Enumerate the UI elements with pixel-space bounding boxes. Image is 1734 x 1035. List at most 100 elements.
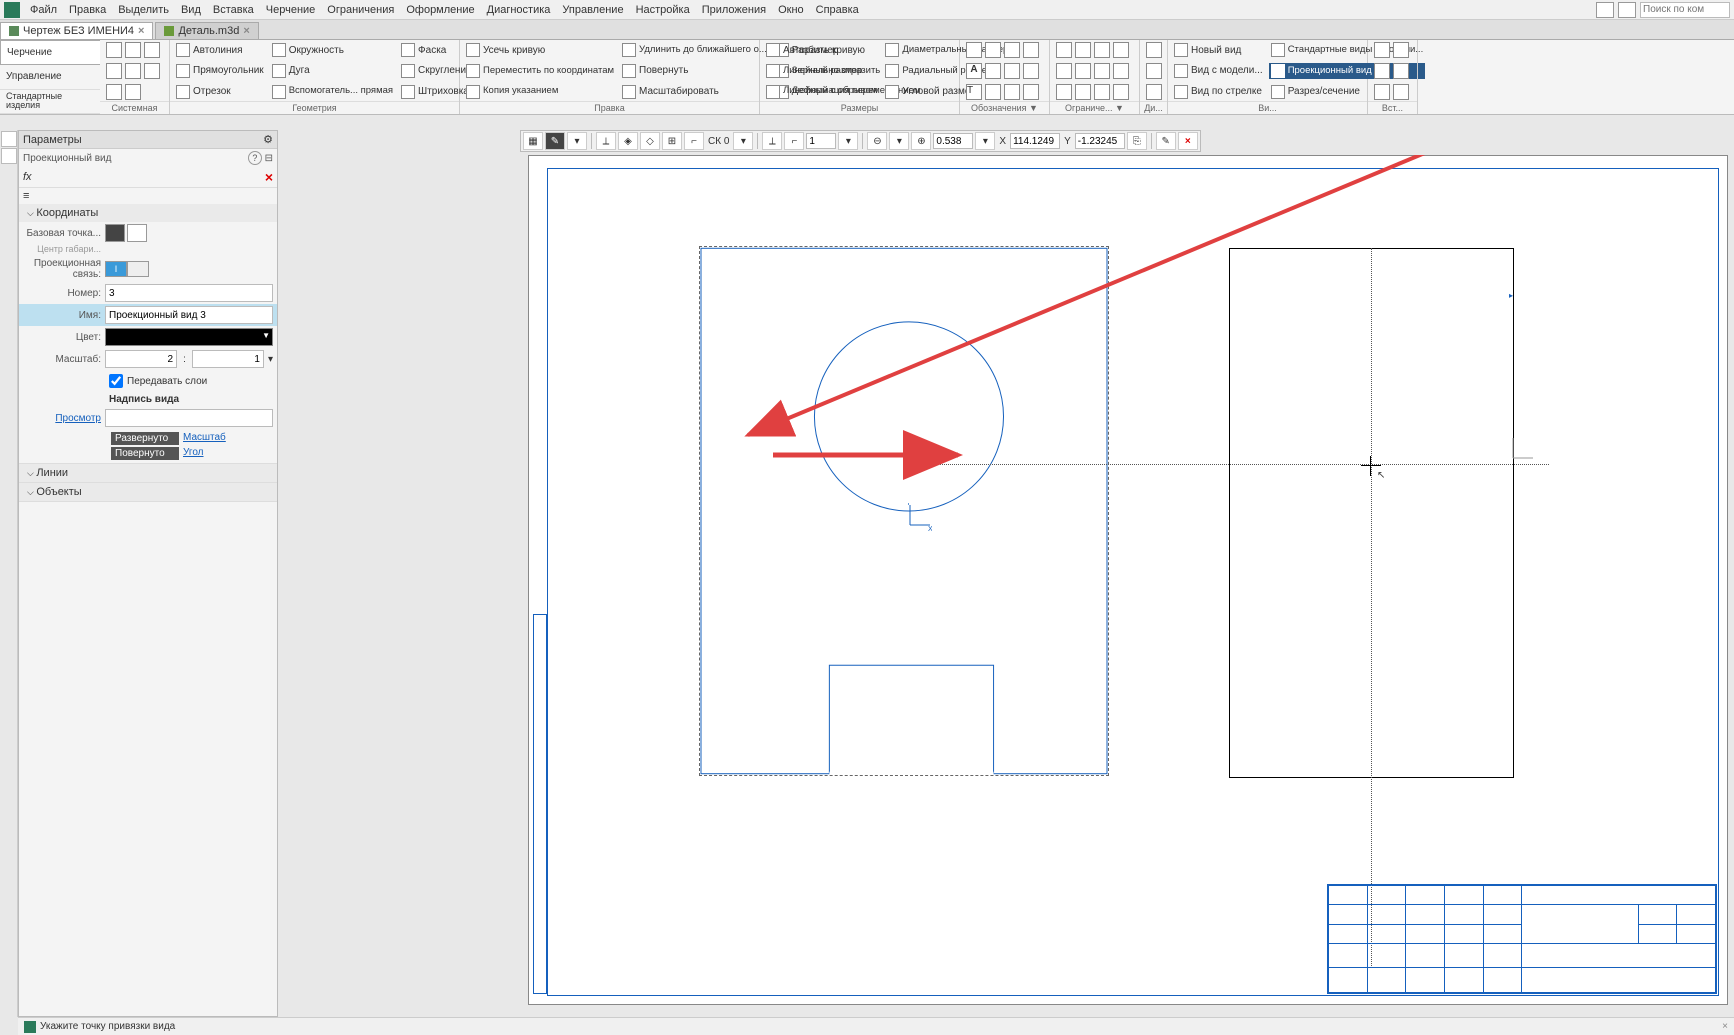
tab-part[interactable]: Деталь.m3d × xyxy=(155,22,258,39)
menu-apps[interactable]: Приложения xyxy=(696,2,772,18)
tab-close-icon[interactable]: × xyxy=(243,25,249,37)
new-view-button[interactable]: Новый вид xyxy=(1172,42,1265,58)
text-button[interactable]: A xyxy=(964,62,1041,80)
main-view[interactable]: YX xyxy=(699,246,1109,776)
menu-decor[interactable]: Оформление xyxy=(400,2,480,18)
layers-icon[interactable]: ▦ xyxy=(523,132,543,150)
arc-button[interactable]: Дуга xyxy=(270,63,395,79)
x-coord-input[interactable] xyxy=(1010,133,1060,149)
diag-b3[interactable] xyxy=(1144,83,1164,101)
menu-insert[interactable]: Вставка xyxy=(207,2,260,18)
print-button[interactable] xyxy=(104,62,162,80)
zoom-in-icon[interactable]: ⊕ xyxy=(911,132,931,150)
menu-window[interactable]: Окно xyxy=(772,2,810,18)
camera-icon[interactable] xyxy=(1618,2,1636,18)
autoline-button[interactable]: Автолиния xyxy=(174,42,266,58)
scale-button[interactable]: Масштабировать xyxy=(620,84,769,100)
scale-link[interactable]: Масштаб xyxy=(183,432,226,445)
autodim-button[interactable]: Авторазмер xyxy=(764,42,879,58)
zoom-dd-icon[interactable]: ▾ xyxy=(889,132,909,150)
segment-button[interactable]: Отрезок xyxy=(174,84,266,100)
coords-dd-icon[interactable]: ⎘ xyxy=(1127,132,1147,150)
ortho-icon[interactable]: ⟂ xyxy=(762,132,782,150)
grid-icon[interactable]: ⊞ xyxy=(662,132,682,150)
angle-link[interactable]: Угол xyxy=(183,447,204,460)
cs-dd-icon[interactable]: ▾ xyxy=(733,132,753,150)
step-dd-icon[interactable]: ▾ xyxy=(838,132,858,150)
model-view-button[interactable]: Вид с модели... xyxy=(1172,63,1265,79)
scale-a-input[interactable] xyxy=(105,350,177,368)
panel-icon[interactable] xyxy=(1,148,17,164)
zoom-out-icon[interactable]: ⊖ xyxy=(867,132,887,150)
close-panel-icon[interactable]: × xyxy=(265,169,273,185)
scale-b-input[interactable] xyxy=(192,350,264,368)
axis-icon[interactable]: ⌐ xyxy=(784,132,804,150)
text-T-button[interactable]: T xyxy=(964,83,1041,101)
linear-dim-button[interactable]: Линейный размер xyxy=(764,63,879,79)
menu-file[interactable]: Файл xyxy=(24,2,63,18)
ins-b3[interactable] xyxy=(1372,83,1411,101)
constr-row2[interactable] xyxy=(1054,62,1131,80)
ribbon-tab-manage[interactable]: Управление xyxy=(0,65,100,89)
diag-b1[interactable] xyxy=(1144,41,1164,59)
preview-link[interactable]: Просмотр xyxy=(55,413,101,424)
search-input[interactable] xyxy=(1640,2,1730,18)
basepoint-opt1-icon[interactable] xyxy=(105,224,125,242)
snap1-icon[interactable]: ⟂ xyxy=(596,132,616,150)
name-input[interactable] xyxy=(105,306,273,324)
new-doc-button[interactable] xyxy=(104,41,162,59)
projlink-toggle[interactable]: I xyxy=(105,261,149,277)
copy-button[interactable]: Копия указанием xyxy=(464,84,616,100)
section-objects[interactable]: Объекты xyxy=(19,483,277,501)
menu-edit[interactable]: Правка xyxy=(63,2,112,18)
menu-help[interactable]: Справка xyxy=(810,2,865,18)
menu-settings[interactable]: Настройка xyxy=(630,2,696,18)
rotate-button[interactable]: Повернуть xyxy=(620,63,769,79)
menu-select[interactable]: Выделить xyxy=(112,2,175,18)
ribbon-tab-drawing[interactable]: Черчение xyxy=(0,40,100,65)
circle-button[interactable]: Окружность xyxy=(270,42,395,58)
constr-row3[interactable] xyxy=(1054,83,1131,101)
preview-input[interactable] xyxy=(105,409,273,427)
title-block[interactable] xyxy=(1327,884,1717,994)
number-input[interactable] xyxy=(105,284,273,302)
color-picker[interactable] xyxy=(105,328,273,346)
aux-line-button[interactable]: Вспомогатель... прямая xyxy=(270,84,395,100)
basepoint-opt2-icon[interactable] xyxy=(127,224,147,242)
tree-toggle-icon[interactable]: ⊟ xyxy=(265,153,273,164)
close-command-icon[interactable]: × xyxy=(1178,132,1198,150)
undo-button[interactable] xyxy=(104,83,162,101)
snap2-icon[interactable]: ◈ xyxy=(618,132,638,150)
menu-manage[interactable]: Управление xyxy=(556,2,629,18)
scale-dd-icon[interactable]: ▾ xyxy=(268,354,273,365)
list-icon[interactable]: ≡ xyxy=(23,190,29,202)
constr-row1[interactable] xyxy=(1054,41,1131,59)
status-close-icon[interactable]: × xyxy=(1722,1021,1728,1032)
gear-icon[interactable]: ⚙ xyxy=(263,133,273,146)
snap3-icon[interactable]: ◇ xyxy=(640,132,660,150)
menu-constraints[interactable]: Ограничения xyxy=(321,2,400,18)
trim-button[interactable]: Усечь кривую xyxy=(464,42,616,58)
cs-icon[interactable]: ⌐ xyxy=(684,132,704,150)
rect-button[interactable]: Прямоугольник xyxy=(174,63,266,79)
extend-button[interactable]: Удлинить до ближайшего о... xyxy=(620,42,769,58)
help-icon[interactable]: ? xyxy=(248,151,262,165)
pencil-icon[interactable]: ✎ xyxy=(545,132,565,150)
ins-b2[interactable] xyxy=(1372,62,1411,80)
section-lines[interactable]: Линии xyxy=(19,464,277,482)
zoom-val-dd[interactable]: ▾ xyxy=(975,132,995,150)
step-input[interactable] xyxy=(806,133,836,149)
tree-icon[interactable] xyxy=(1,131,17,147)
section-coords[interactable]: Координаты xyxy=(19,204,277,222)
diag-b2[interactable] xyxy=(1144,62,1164,80)
y-coord-input[interactable] xyxy=(1075,133,1125,149)
dropdown-icon[interactable]: ▾ xyxy=(567,132,587,150)
menu-view[interactable]: Вид xyxy=(175,2,207,18)
toggle-on[interactable]: I xyxy=(105,261,127,277)
drawing-canvas[interactable]: YX ▸ ↖ xyxy=(278,155,1734,1017)
tab-close-icon[interactable]: × xyxy=(138,25,144,37)
zoom-input[interactable] xyxy=(933,133,973,149)
fx-icon[interactable]: fx xyxy=(23,171,32,183)
arrow-view-button[interactable]: Вид по стрелке xyxy=(1172,84,1265,100)
layout-icon[interactable] xyxy=(1596,2,1614,18)
